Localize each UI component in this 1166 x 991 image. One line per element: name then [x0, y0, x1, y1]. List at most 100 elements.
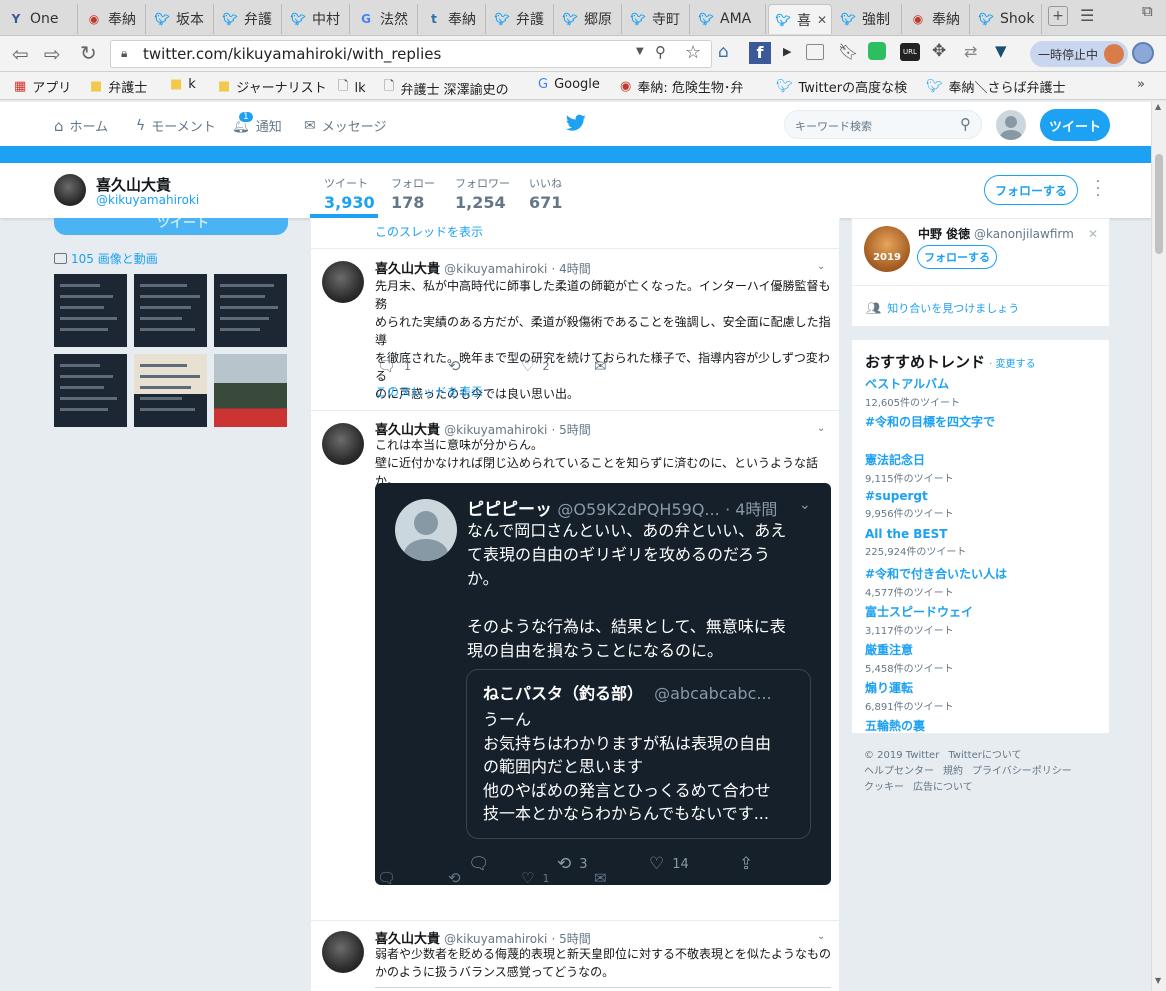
tweet-author-name[interactable]: 喜久山大貴	[375, 262, 440, 277]
bookmark-item[interactable]: 🗋 lk	[338, 77, 366, 99]
footer-link[interactable]: Twitterについて	[948, 750, 1021, 761]
menu-extension-icon[interactable]	[1132, 42, 1154, 64]
trend-item[interactable]: 富士スピードウェイ 3,117件のツイート	[865, 603, 973, 637]
footer-link[interactable]: クッキー	[864, 782, 904, 793]
browser-tab[interactable]: ◉ 奉納	[80, 4, 146, 34]
bookmark-item[interactable]: 🐦︎ Twitterの高度な検	[776, 77, 907, 96]
dropdown-icon[interactable]: ▼	[636, 46, 644, 57]
browser-tab[interactable]: ◉ 奉納	[904, 4, 970, 34]
left-tweet-button[interactable]: ツイート	[54, 218, 288, 235]
tweet-avatar[interactable]	[322, 423, 364, 465]
vpn-icon[interactable]: ▼	[995, 42, 1007, 60]
tweet-avatar[interactable]	[322, 261, 364, 303]
star-icon[interactable]: ☆	[685, 42, 701, 63]
bookmark-item[interactable]: G Google	[538, 77, 600, 92]
facebook-icon[interactable]: f	[749, 42, 771, 64]
tweet-caret-icon[interactable]: ⌄	[817, 423, 825, 434]
reply-action[interactable]: 🗨︎ 1	[377, 357, 411, 375]
trend-item[interactable]: ベストアルバム 12,605件のツイート	[865, 375, 960, 409]
trend-item[interactable]: 厳重注意 5,458件のツイート	[865, 641, 954, 675]
tweet[interactable]: 喜久山大貴 @kikuyamahiroki · 4時間 ⌄ 先月末、私が中高時代…	[311, 249, 839, 411]
quoted-share-action[interactable]: ⇪	[739, 854, 753, 874]
move-icon[interactable]: ✥	[932, 41, 946, 61]
retweet-action[interactable]: ⟲	[448, 869, 469, 887]
quoted-avatar[interactable]	[395, 499, 457, 561]
media-thumbnail[interactable]	[134, 274, 207, 347]
quoted-time[interactable]: · 4時間	[725, 500, 777, 519]
more-bookmarks-icon[interactable]: »	[1137, 77, 1145, 92]
dm-action[interactable]: ✉	[594, 357, 607, 375]
nav-moments[interactable]: ϟ モーメント	[136, 116, 216, 136]
nav-notifications[interactable]: 🔔︎ 1 通知	[232, 110, 282, 135]
browser-tab[interactable]: Y One	[2, 4, 78, 34]
evernote-icon[interactable]	[868, 42, 886, 60]
tweet-author-handle[interactable]: @kikuyamahiroki	[444, 932, 547, 946]
profile-handle[interactable]: @kikuyamahiroki	[96, 193, 199, 207]
suggested-follow-button[interactable]: フォローする	[917, 245, 997, 269]
footer-link[interactable]: 規約	[943, 766, 963, 777]
nested-author-name[interactable]: ねこパスタ（釣る部）	[483, 684, 643, 703]
browser-tab[interactable]: 🐦︎ 弁護	[488, 4, 554, 34]
suggested-name[interactable]: 中野 俊徳	[918, 227, 970, 241]
browser-tab[interactable]: 🐦︎ 坂本	[148, 4, 214, 34]
tweet-author-handle[interactable]: @kikuyamahiroki	[444, 262, 547, 276]
footer-link[interactable]: ヘルプセンター	[864, 766, 934, 777]
quoted-tweet-card[interactable]: ピピピーッ @O59K2dPQH59Q... · 4時間 ⌄ なんで岡口さんとい…	[375, 483, 831, 885]
new-tab-icon[interactable]: +	[1048, 6, 1068, 26]
browser-tab[interactable]: 🐦︎ 中村	[284, 4, 350, 34]
show-thread-link[interactable]: このスレッドを表示	[375, 223, 483, 240]
scroll-thumb[interactable]	[1155, 154, 1163, 254]
trend-item[interactable]: #令和で付き合いたい人は 4,577件のツイート	[865, 565, 1007, 599]
quoted-author-handle[interactable]: @O59K2dPQH59Q...	[557, 500, 719, 519]
search-icon[interactable]: ⚲	[960, 115, 971, 133]
bookmark-item[interactable]: ▦ アプリ	[14, 77, 71, 96]
tab-list-icon[interactable]: ☰	[1080, 6, 1094, 25]
media-thumbnail[interactable]	[214, 274, 287, 347]
profile-stat[interactable]: フォロー 178	[391, 175, 435, 212]
reply-action[interactable]: 🗨︎	[377, 869, 404, 887]
browser-tab[interactable]: 🐦︎ 喜 ✕	[768, 4, 832, 34]
header-tweet-button[interactable]: ツイート	[1040, 109, 1110, 141]
trend-item[interactable]: 憲法記念日 9,115件のツイート	[865, 451, 954, 485]
extension-arrow-icon[interactable]: ▶	[783, 45, 791, 58]
bookmark-icon[interactable]: 🔖︎	[838, 42, 858, 61]
home-icon[interactable]: ⌂	[718, 42, 729, 62]
browser-tab[interactable]: G 法然	[352, 4, 418, 34]
profile-stat[interactable]: ツイート 3,930	[324, 175, 375, 212]
dismiss-icon[interactable]: ✕	[1088, 227, 1098, 241]
tweet-avatar[interactable]	[322, 931, 364, 973]
close-icon[interactable]: ✕	[817, 13, 827, 27]
profile-follow-button[interactable]: フォローする	[984, 175, 1078, 205]
extension-icon[interactable]	[806, 44, 824, 60]
browser-tab[interactable]: 🐦︎ 寺町	[624, 4, 690, 34]
nested-quoted-tweet[interactable]: ねこパスタ（釣る部） @abcabcabc... うーん お気持ちはわかりますが私…	[466, 669, 811, 839]
profile-name[interactable]: 喜久山大貴	[96, 174, 171, 195]
trend-item[interactable]: All the BEST 225,924件のツイート	[865, 527, 966, 558]
footer-link[interactable]: © 2019 Twitter	[864, 750, 939, 761]
browser-tab[interactable]: 🐦︎ 強制	[834, 4, 902, 34]
reload-icon[interactable]: ↻	[80, 41, 97, 65]
media-thumbnail[interactable]	[214, 354, 287, 427]
bookmark-item[interactable]: 🐦︎ 奉納＼さらば弁護士	[926, 77, 1066, 96]
account-avatar[interactable]	[996, 110, 1026, 140]
nested-author-handle[interactable]: @abcabcabc...	[654, 684, 772, 703]
trend-item[interactable]: 煽り運転 6,891件のツイート	[865, 679, 954, 713]
suggested-avatar[interactable]: 2019	[864, 226, 910, 272]
tweet[interactable]: 喜久山大貴 @kikuyamahiroki · 5時間 ⌄ これは本当に意味が分…	[311, 411, 839, 921]
bookmark-item[interactable]: 🗋 弁護士 深澤諭史の	[384, 77, 509, 99]
find-friends-link[interactable]: 👥︎ 知り合いを見つけましょう	[866, 300, 1019, 316]
quoted-reply-action[interactable]: 🗨︎	[468, 854, 490, 874]
tweet-caret-icon[interactable]: ⌄	[817, 931, 825, 942]
search-input[interactable]: キーワード検索 ⚲	[784, 110, 982, 139]
window-icon[interactable]: ⧉	[1142, 2, 1153, 20]
twitter-bird-logo[interactable]	[565, 114, 586, 136]
bookmark-item[interactable]: ◉ 奉納: 危険生物･弁	[620, 77, 743, 96]
media-thumbnail[interactable]	[54, 274, 127, 347]
quoted-caret-icon[interactable]: ⌄	[799, 497, 811, 513]
footer-link[interactable]: プライバシーポリシー	[972, 766, 1072, 777]
media-link[interactable]: 105 画像と動画	[54, 250, 158, 267]
media-thumbnail[interactable]	[54, 354, 127, 427]
trend-item[interactable]: #令和の目標を四文字で	[865, 413, 995, 430]
url-shortener-icon[interactable]: URL	[900, 43, 920, 61]
browser-tab[interactable]: 🐦︎ Shok	[972, 4, 1042, 34]
